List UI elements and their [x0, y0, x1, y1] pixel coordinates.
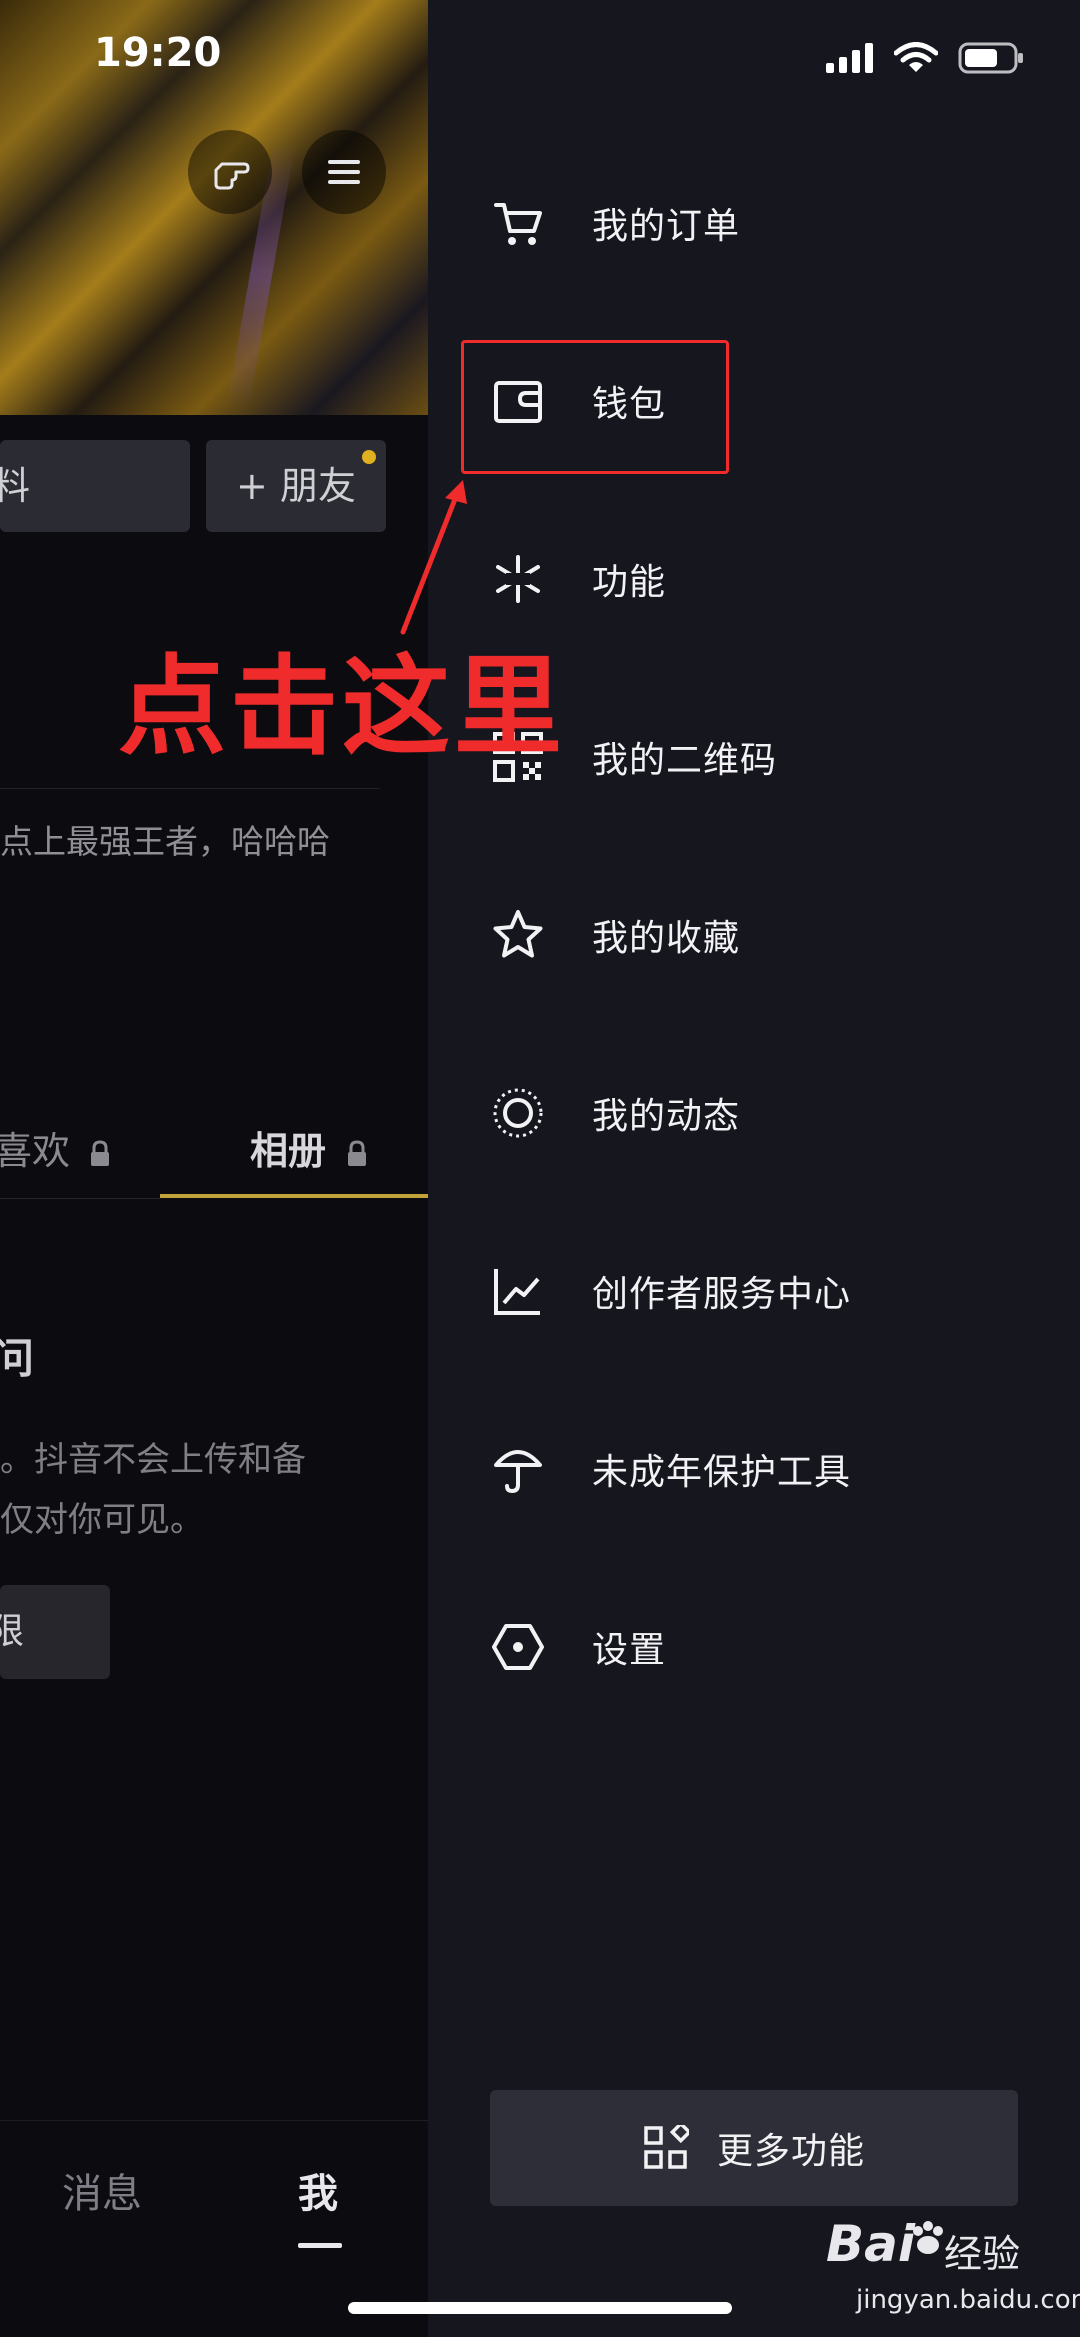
- menu-label: 未成年保护工具: [592, 1452, 852, 1493]
- home-indicator: [348, 2302, 732, 2314]
- status-time: 19:20: [94, 30, 222, 76]
- add-friend-button[interactable]: + 朋友: [206, 440, 386, 532]
- highlight-box: [461, 340, 729, 474]
- edit-profile-button[interactable]: 料: [0, 440, 190, 532]
- activity-icon: [490, 1085, 546, 1141]
- album-description-line1: 。抖音不会上传和备: [0, 1440, 306, 1480]
- watermark-brand-cn: 经验: [944, 2232, 1021, 2276]
- nav-active-indicator: [298, 2243, 342, 2248]
- menu-label: 我的订单: [592, 206, 741, 247]
- hand-pointer-button[interactable]: [188, 130, 272, 214]
- tab-likes-label: 喜欢: [0, 1129, 71, 1173]
- annotation-text: 点击这里: [118, 645, 567, 770]
- album-title: 问: [0, 1334, 35, 1383]
- menu-label: 我的动态: [592, 1096, 741, 1137]
- album-permission-label: 限: [0, 1611, 25, 1652]
- menu-item-orders[interactable]: 我的订单: [490, 163, 740, 283]
- nav-me[interactable]: 我: [298, 2161, 338, 2219]
- wifi-icon: [894, 42, 938, 72]
- tab-album[interactable]: 相册: [250, 1120, 369, 1175]
- add-friend-label: + 朋友: [236, 464, 356, 508]
- nav-messages[interactable]: 消息: [62, 2161, 142, 2219]
- watermark-domain: jingyan.baidu.com: [856, 2285, 1080, 2315]
- cart-icon: [490, 195, 546, 251]
- tab-likes[interactable]: 喜欢: [0, 1120, 112, 1175]
- settings-icon: [490, 1619, 546, 1675]
- menu-label: 创作者服务中心: [592, 1274, 852, 1315]
- menu-label: 我的收藏: [592, 918, 741, 959]
- lock-icon: [91, 1139, 110, 1166]
- menu-item-minor-protection[interactable]: 未成年保护工具: [490, 1409, 851, 1529]
- watermark-brand: Bai: [826, 2215, 915, 2273]
- grid-icon: [644, 2125, 689, 2169]
- arrow-annotation: [400, 480, 467, 635]
- battery-icon: [958, 42, 1023, 74]
- menu-item-favorites[interactable]: 我的收藏: [490, 875, 740, 995]
- menu-label: 我的二维码: [592, 740, 778, 781]
- function-icon: [490, 551, 546, 607]
- profile-page: 19:20 料 + 朋友 点上最强王者，哈哈哈 喜欢 相册 问 。抖音不会上传和…: [0, 0, 428, 2337]
- tab-album-label: 相册: [250, 1129, 327, 1173]
- menu-button[interactable]: [302, 130, 386, 214]
- umbrella-icon: [490, 1441, 546, 1497]
- menu-item-activity[interactable]: 我的动态: [490, 1053, 740, 1173]
- lock-icon: [348, 1139, 367, 1166]
- star-icon: [490, 907, 546, 963]
- menu-label: 设置: [592, 1630, 667, 1671]
- divider: [0, 1198, 160, 1199]
- more-functions-label: 更多功能: [716, 2131, 865, 2172]
- paw-icon: [913, 2221, 943, 2254]
- divider: [0, 788, 380, 789]
- hand-pointer-icon: [214, 162, 250, 190]
- album-permission-button[interactable]: 限: [0, 1585, 110, 1679]
- profile-bio: 点上最强王者，哈哈哈: [0, 822, 330, 861]
- more-functions-button[interactable]: 更多功能: [490, 2090, 1018, 2206]
- menu-item-creator-center[interactable]: 创作者服务中心: [490, 1231, 851, 1351]
- active-tab-indicator: [160, 1194, 428, 1198]
- status-icons: [826, 42, 1024, 74]
- menu-item-settings[interactable]: 设置: [490, 1587, 666, 1707]
- album-description-line2: 仅对你可见。: [0, 1500, 204, 1540]
- notification-dot: [362, 450, 376, 464]
- menu-label: 功能: [592, 562, 667, 603]
- baidu-jingyan-watermark: Bai 经验 jingyan.baidu.com: [826, 2215, 1080, 2325]
- chart-icon: [490, 1263, 546, 1319]
- hamburger-icon: [328, 160, 360, 184]
- edit-profile-label: 料: [0, 464, 31, 508]
- signal-icon: [826, 43, 873, 73]
- screen: 19:20 料 + 朋友 点上最强王者，哈哈哈 喜欢 相册 问 。抖音不会上传和…: [0, 0, 1080, 2337]
